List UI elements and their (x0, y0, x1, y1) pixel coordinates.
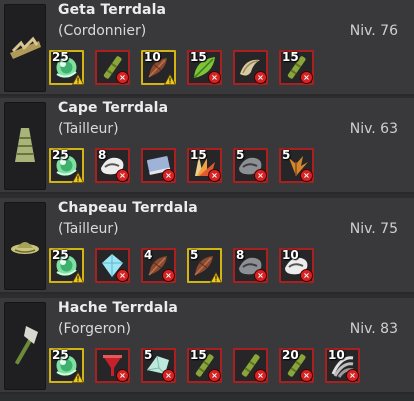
ingredient-slot[interactable]: 25 (49, 148, 84, 183)
recipe-card-chapeau-terrdala[interactable]: Chapeau Terrdala (Tailleur) Niv. 75 25 × 4 × 5 8… (0, 198, 414, 294)
warning-icon (72, 74, 84, 85)
ingredient-quantity: 5 (236, 148, 245, 162)
ingredient-slot[interactable]: 15 × (187, 348, 222, 383)
ingredient-slot[interactable]: 4 × (141, 248, 176, 283)
ingredient-slot[interactable]: 15 × (187, 50, 222, 85)
missing-icon: × (254, 369, 267, 382)
ingredient-slot[interactable]: 8 × (95, 148, 130, 183)
ingredient-slot[interactable]: 20 × (279, 348, 314, 383)
ingredient-slot[interactable]: 15 × (187, 148, 222, 183)
missing-icon: × (300, 169, 313, 182)
missing-icon: × (162, 269, 175, 282)
ingredient-quantity: 5 (190, 248, 199, 262)
ingredient-quantity: 15 (190, 348, 207, 362)
missing-icon: × (208, 169, 221, 182)
missing-icon: × (162, 369, 175, 382)
recipe-name: Cape Terrdala (58, 100, 169, 116)
recipe-level: Niv. 83 (349, 321, 398, 337)
missing-icon: × (300, 71, 313, 84)
ingredient-quantity: 15 (190, 148, 207, 162)
missing-icon: × (208, 369, 221, 382)
missing-icon: × (116, 71, 129, 84)
sandal-icon[interactable] (4, 4, 46, 92)
missing-icon: × (254, 269, 267, 282)
ingredient-slot[interactable]: × (233, 50, 268, 85)
ingredient-quantity: 10 (144, 50, 161, 64)
ingredient-quantity: 10 (328, 348, 345, 362)
warning-icon (164, 74, 176, 85)
ingredient-slot[interactable]: 10 × (325, 348, 360, 383)
warning-icon (72, 172, 84, 183)
axe-icon[interactable] (4, 302, 46, 390)
missing-icon: × (346, 369, 359, 382)
ingredient-slot[interactable]: 5 × (279, 148, 314, 183)
ingredient-quantity: 25 (52, 248, 69, 262)
ingredient-quantity: 20 (282, 348, 299, 362)
recipe-name: Geta Terrdala (58, 2, 167, 18)
warning-icon (72, 372, 84, 383)
missing-icon: × (254, 71, 267, 84)
ingredient-slot[interactable]: 25 (49, 248, 84, 283)
ingredient-quantity: 25 (52, 348, 69, 362)
recipe-list: Geta Terrdala (Cordonnier) Niv. 76 25 × 10 15 ×… (0, 0, 414, 401)
ingredient-quantity: 10 (282, 248, 299, 262)
ingredient-quantity: 8 (98, 148, 107, 162)
ingredient-slot[interactable]: 10 (141, 50, 176, 85)
recipe-card-hache-terrdala[interactable]: Hache Terrdala (Forgeron) Niv. 83 25 × 5 × 15 × ×… (0, 298, 414, 394)
missing-icon: × (162, 169, 175, 182)
ingredient-slot[interactable]: 25 (49, 348, 84, 383)
recipe-profession: (Cordonnier) (58, 23, 147, 39)
ingredient-quantity: 25 (52, 148, 69, 162)
ingredient-slot[interactable]: × (95, 348, 130, 383)
ingredient-slot[interactable]: 5 (187, 248, 222, 283)
ingredient-slot[interactable]: 5 × (233, 148, 268, 183)
ingredient-slot[interactable]: 10 × (279, 248, 314, 283)
ingredient-quantity: 5 (282, 148, 291, 162)
recipe-level: Niv. 76 (349, 23, 398, 39)
missing-icon: × (116, 169, 129, 182)
ingredient-slot[interactable]: 25 (49, 50, 84, 85)
recipe-name: Hache Terrdala (58, 300, 178, 316)
recipe-level: Niv. 75 (349, 221, 398, 237)
ingredient-quantity: 8 (236, 248, 245, 262)
missing-icon: × (208, 71, 221, 84)
ingredient-slot[interactable]: 5 × (141, 348, 176, 383)
ingredient-slot[interactable]: 15 × (279, 50, 314, 85)
ingredient-slot[interactable]: × (95, 50, 130, 85)
recipe-level: Niv. 63 (349, 121, 398, 137)
ingredient-quantity: 15 (282, 50, 299, 64)
recipe-profession: (Tailleur) (58, 121, 119, 137)
missing-icon: × (116, 269, 129, 282)
recipe-profession: (Tailleur) (58, 221, 119, 237)
ingredient-quantity: 25 (52, 50, 69, 64)
recipe-name: Chapeau Terrdala (58, 200, 198, 216)
ingredient-slot[interactable]: 8 × (233, 248, 268, 283)
missing-icon: × (254, 169, 267, 182)
ingredient-slot[interactable]: × (141, 148, 176, 183)
warning-icon (72, 272, 84, 283)
missing-icon: × (300, 369, 313, 382)
hat-icon[interactable] (4, 202, 46, 290)
missing-icon: × (116, 369, 129, 382)
recipe-card-geta-terrdala[interactable]: Geta Terrdala (Cordonnier) Niv. 76 25 × 10 15 ×… (0, 0, 414, 96)
ingredient-quantity: 5 (144, 348, 153, 362)
recipe-profession: (Forgeron) (58, 321, 131, 337)
cape-icon[interactable] (4, 102, 46, 190)
missing-icon: × (300, 269, 313, 282)
ingredient-slot[interactable]: × (95, 248, 130, 283)
ingredient-slot[interactable]: × (233, 348, 268, 383)
ingredient-quantity: 4 (144, 248, 153, 262)
warning-icon (210, 272, 222, 283)
recipe-card-cape-terrdala[interactable]: Cape Terrdala (Tailleur) Niv. 63 25 8 × × 15 × 5 ×… (0, 98, 414, 194)
ingredient-quantity: 15 (190, 50, 207, 64)
